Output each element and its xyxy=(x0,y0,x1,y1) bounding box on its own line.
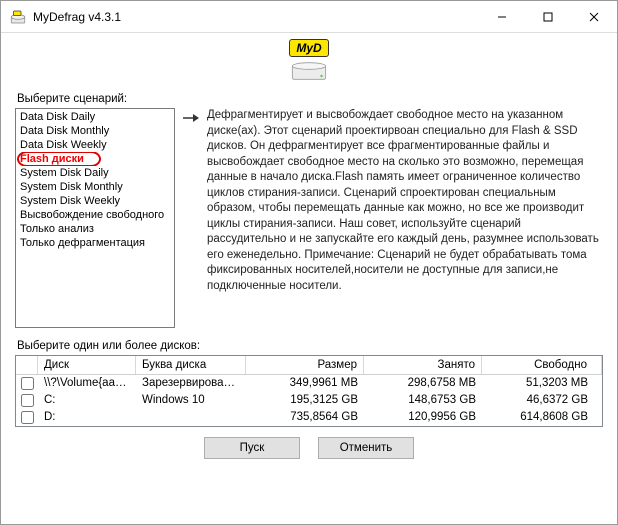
disks-label: Выберите один или более дисков: xyxy=(17,340,603,352)
disk-checkbox[interactable] xyxy=(21,377,34,390)
scenario-item[interactable]: Высвобождение свободного xyxy=(16,208,174,222)
scenario-item[interactable]: Flash диски xyxy=(16,152,174,166)
disk-volume: \\?\Volume{aa… xyxy=(38,375,136,392)
disk-used: 148,6753 GB xyxy=(364,392,482,409)
close-button[interactable] xyxy=(571,1,617,32)
window-title: MyDefrag v4.3.1 xyxy=(33,10,479,24)
table-row[interactable]: \\?\Volume{aa…Зарезервирова…349,9961 MB2… xyxy=(16,375,602,392)
table-row[interactable]: C:Windows 10195,3125 GB148,6753 GB46,637… xyxy=(16,392,602,409)
scenario-item[interactable]: Data Disk Weekly xyxy=(16,138,174,152)
window-controls xyxy=(479,1,617,32)
disk-free: 46,6372 GB xyxy=(482,392,602,409)
scenario-item-label: Только анализ xyxy=(20,223,94,235)
drive-icon xyxy=(289,59,329,83)
disk-table: Диск Буква диска Размер Занято Свободно … xyxy=(15,355,603,427)
disk-label: Зарезервирова… xyxy=(136,375,246,392)
scenario-item[interactable]: System Disk Monthly xyxy=(16,180,174,194)
disk-size: 349,9961 MB xyxy=(246,375,364,392)
scenario-item[interactable]: System Disk Daily xyxy=(16,166,174,180)
scenario-item-label: System Disk Weekly xyxy=(20,195,120,207)
scenario-label: Выберите сценарий: xyxy=(17,93,603,105)
scenario-item[interactable]: Data Disk Monthly xyxy=(16,124,174,138)
minimize-button[interactable] xyxy=(479,1,525,32)
col-size[interactable]: Размер xyxy=(246,356,364,374)
scenario-list[interactable]: Data Disk Daily Data Disk Monthly Data Dis… xyxy=(15,108,175,328)
disk-table-header: Диск Буква диска Размер Занято Свободно xyxy=(16,356,602,375)
scenario-item[interactable]: Data Disk Daily xyxy=(16,110,174,124)
disk-used: 298,6758 MB xyxy=(364,375,482,392)
footer-buttons: Пуск Отменить xyxy=(15,427,603,469)
scenario-item-label: Data Disk Weekly xyxy=(20,139,107,151)
disk-label: Windows 10 xyxy=(136,392,246,409)
scenario-description: Дефрагментирует и высвобождает свободное… xyxy=(207,108,603,328)
titlebar: MyDefrag v4.3.1 xyxy=(1,1,617,33)
scenario-item-label: System Disk Daily xyxy=(20,167,109,179)
logo-area: MyD xyxy=(1,33,617,85)
scenario-item-label: System Disk Monthly xyxy=(20,181,123,193)
app-icon xyxy=(9,8,27,26)
scenario-item-label: Data Disk Monthly xyxy=(20,125,109,137)
scenario-item-label: Data Disk Daily xyxy=(20,111,95,123)
disk-checkbox[interactable] xyxy=(21,411,34,424)
scenario-item-label: Высвобождение свободного xyxy=(20,209,164,221)
disk-size: 195,3125 GB xyxy=(246,392,364,409)
app-logo-badge: MyD xyxy=(289,39,328,57)
disk-free: 51,3203 MB xyxy=(482,375,602,392)
arrow-right-icon xyxy=(183,108,201,328)
run-button[interactable]: Пуск xyxy=(204,437,300,459)
app-window: MyDefrag v4.3.1 MyD Выберите сценарий: D… xyxy=(0,0,618,525)
scenario-item[interactable]: Только анализ xyxy=(16,222,174,236)
scenario-item[interactable]: System Disk Weekly xyxy=(16,194,174,208)
cancel-button[interactable]: Отменить xyxy=(318,437,414,459)
disk-volume: C: xyxy=(38,392,136,409)
col-free[interactable]: Свободно xyxy=(482,356,602,374)
scenario-item-label: Flash диски xyxy=(20,153,84,165)
disk-used: 120,9956 GB xyxy=(364,409,482,426)
disk-volume: D: xyxy=(38,409,136,426)
col-letter[interactable]: Буква диска xyxy=(136,356,246,374)
col-used[interactable]: Занято xyxy=(364,356,482,374)
col-disk[interactable]: Диск xyxy=(38,356,136,374)
disk-label xyxy=(136,409,246,426)
disk-size: 735,8564 GB xyxy=(246,409,364,426)
scenario-item[interactable]: Только дефрагментация xyxy=(16,236,174,250)
scenario-item-label: Только дефрагментация xyxy=(20,237,145,249)
maximize-button[interactable] xyxy=(525,1,571,32)
disk-free: 614,8608 GB xyxy=(482,409,602,426)
table-row[interactable]: D: 735,8564 GB120,9956 GB614,8608 GB xyxy=(16,409,602,426)
disk-checkbox[interactable] xyxy=(21,394,34,407)
